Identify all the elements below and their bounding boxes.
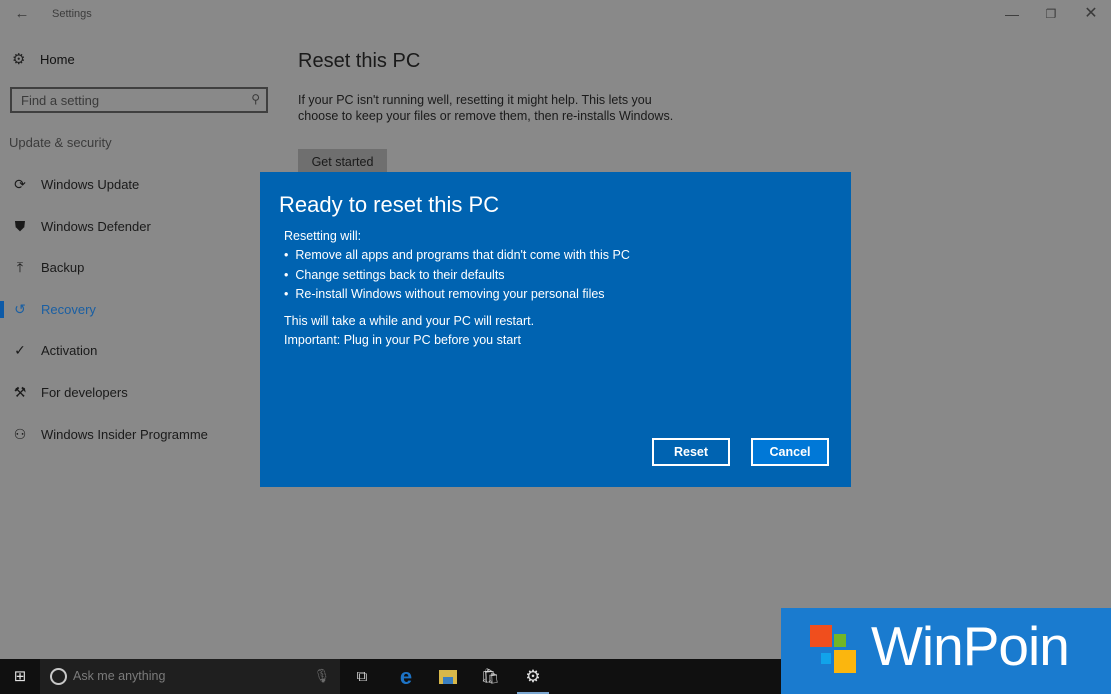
dialog-intro: Resetting will: [284, 229, 362, 243]
shield-icon: ⛊ [14, 217, 26, 234]
upload-icon: ⤒ [16, 258, 24, 275]
back-arrow-icon: ← [14, 5, 30, 22]
sidebar-item-label: Activation [41, 342, 98, 358]
maximize-button[interactable]: ❐ [1036, 4, 1066, 24]
start-button[interactable]: ⊞ [0, 659, 40, 694]
section-title: Update & security [9, 135, 112, 150]
list-item: Remove all apps and programs that didn't… [284, 248, 630, 268]
store-bag-icon: 🛍 [480, 668, 500, 685]
sidebar-item-recovery[interactable]: ↺ Recovery [0, 295, 270, 323]
dialog-plug-in-note: Important: Plug in your PC before you st… [284, 333, 521, 347]
task-view-button[interactable]: ⧉ [342, 659, 382, 694]
home-label: Home [40, 51, 75, 67]
dialog-title: Ready to reset this PC [279, 192, 500, 217]
history-icon: ↺ [14, 300, 26, 317]
sidebar-item-label: For developers [41, 384, 128, 400]
sidebar-item-windows-defender[interactable]: ⛊ Windows Defender [0, 212, 270, 240]
sidebar-item-label: Windows Update [41, 176, 140, 192]
search-icon[interactable]: ⚲ [251, 92, 260, 106]
settings-taskbar-button[interactable]: ⚙ [513, 659, 553, 694]
app-title: Settings [52, 8, 92, 20]
minimize-button[interactable]: — [997, 4, 1027, 24]
close-button[interactable]: ✕ [1076, 4, 1106, 24]
task-view-icon: ⧉ [356, 668, 368, 685]
cortana-search-box[interactable]: Ask me anything 🎙 [40, 659, 340, 694]
gear-icon: ⚙ [12, 51, 26, 68]
minimize-icon: — [1005, 6, 1019, 22]
folder-icon [439, 670, 457, 684]
reset-button[interactable]: Reset [652, 438, 730, 466]
dialog-bullet-list: Remove all apps and programs that didn't… [284, 248, 630, 307]
list-item: Re-install Windows without removing your… [284, 287, 630, 307]
dialog-restart-note: This will take a while and your PC will … [284, 314, 535, 328]
logo-square-green [834, 634, 846, 647]
sidebar-item-label: Windows Insider Programme [41, 426, 208, 442]
gear-icon: ⚙ [525, 667, 541, 686]
microphone-icon[interactable]: 🎙 [313, 668, 330, 684]
cortana-placeholder: Ask me anything [73, 669, 166, 683]
cortana-circle-icon [50, 668, 67, 685]
sidebar-item-windows-insider[interactable]: ⚇ Windows Insider Programme [0, 420, 270, 448]
search-placeholder: Find a setting [21, 93, 100, 108]
sidebar-home[interactable]: ⚙ Home [12, 50, 75, 68]
sidebar-item-label: Recovery [41, 301, 96, 317]
sidebar-item-for-developers[interactable]: ⚒ For developers [0, 378, 270, 406]
back-button[interactable]: ← [12, 5, 32, 23]
sidebar-item-label: Windows Defender [41, 218, 151, 234]
store-button[interactable]: 🛍 [470, 659, 510, 694]
edge-button[interactable]: e [386, 659, 426, 694]
cancel-button[interactable]: Cancel [751, 438, 829, 466]
logo-square-red [810, 625, 832, 647]
page-title: Reset this PC [298, 50, 421, 72]
check-circle-icon: ✓ [14, 341, 26, 358]
close-icon: ✕ [1084, 5, 1098, 22]
search-input[interactable]: Find a setting ⚲ [10, 87, 268, 113]
logo-square-yellow [834, 650, 856, 673]
winpoin-wordmark: WinPoin [871, 615, 1070, 677]
restore-icon: ❐ [1045, 7, 1057, 21]
edge-icon: e [399, 664, 413, 689]
reset-dialog: Ready to reset this PC Resetting will: R… [260, 172, 851, 487]
sidebar-item-label: Backup [41, 259, 85, 275]
reset-description: If your PC isn't running well, resetting… [298, 93, 674, 123]
refresh-icon: ⟳ [14, 175, 26, 192]
sidebar-item-activation[interactable]: ✓ Activation [0, 336, 270, 364]
developer-tools-icon: ⚒ [13, 383, 27, 400]
sidebar-item-windows-update[interactable]: ⟳ Windows Update [0, 170, 270, 198]
title-bar: ← Settings — ❐ ✕ [0, 0, 1111, 30]
list-item: Change settings back to their defaults [284, 268, 630, 288]
file-explorer-button[interactable] [428, 659, 468, 694]
insider-person-icon: ⚇ [13, 425, 27, 442]
winpoin-watermark: WinPoin [781, 608, 1111, 694]
logo-square-blue [821, 653, 831, 664]
windows-logo-icon: ⊞ [13, 668, 27, 685]
sidebar-item-backup[interactable]: ⤒ Backup [0, 253, 270, 281]
